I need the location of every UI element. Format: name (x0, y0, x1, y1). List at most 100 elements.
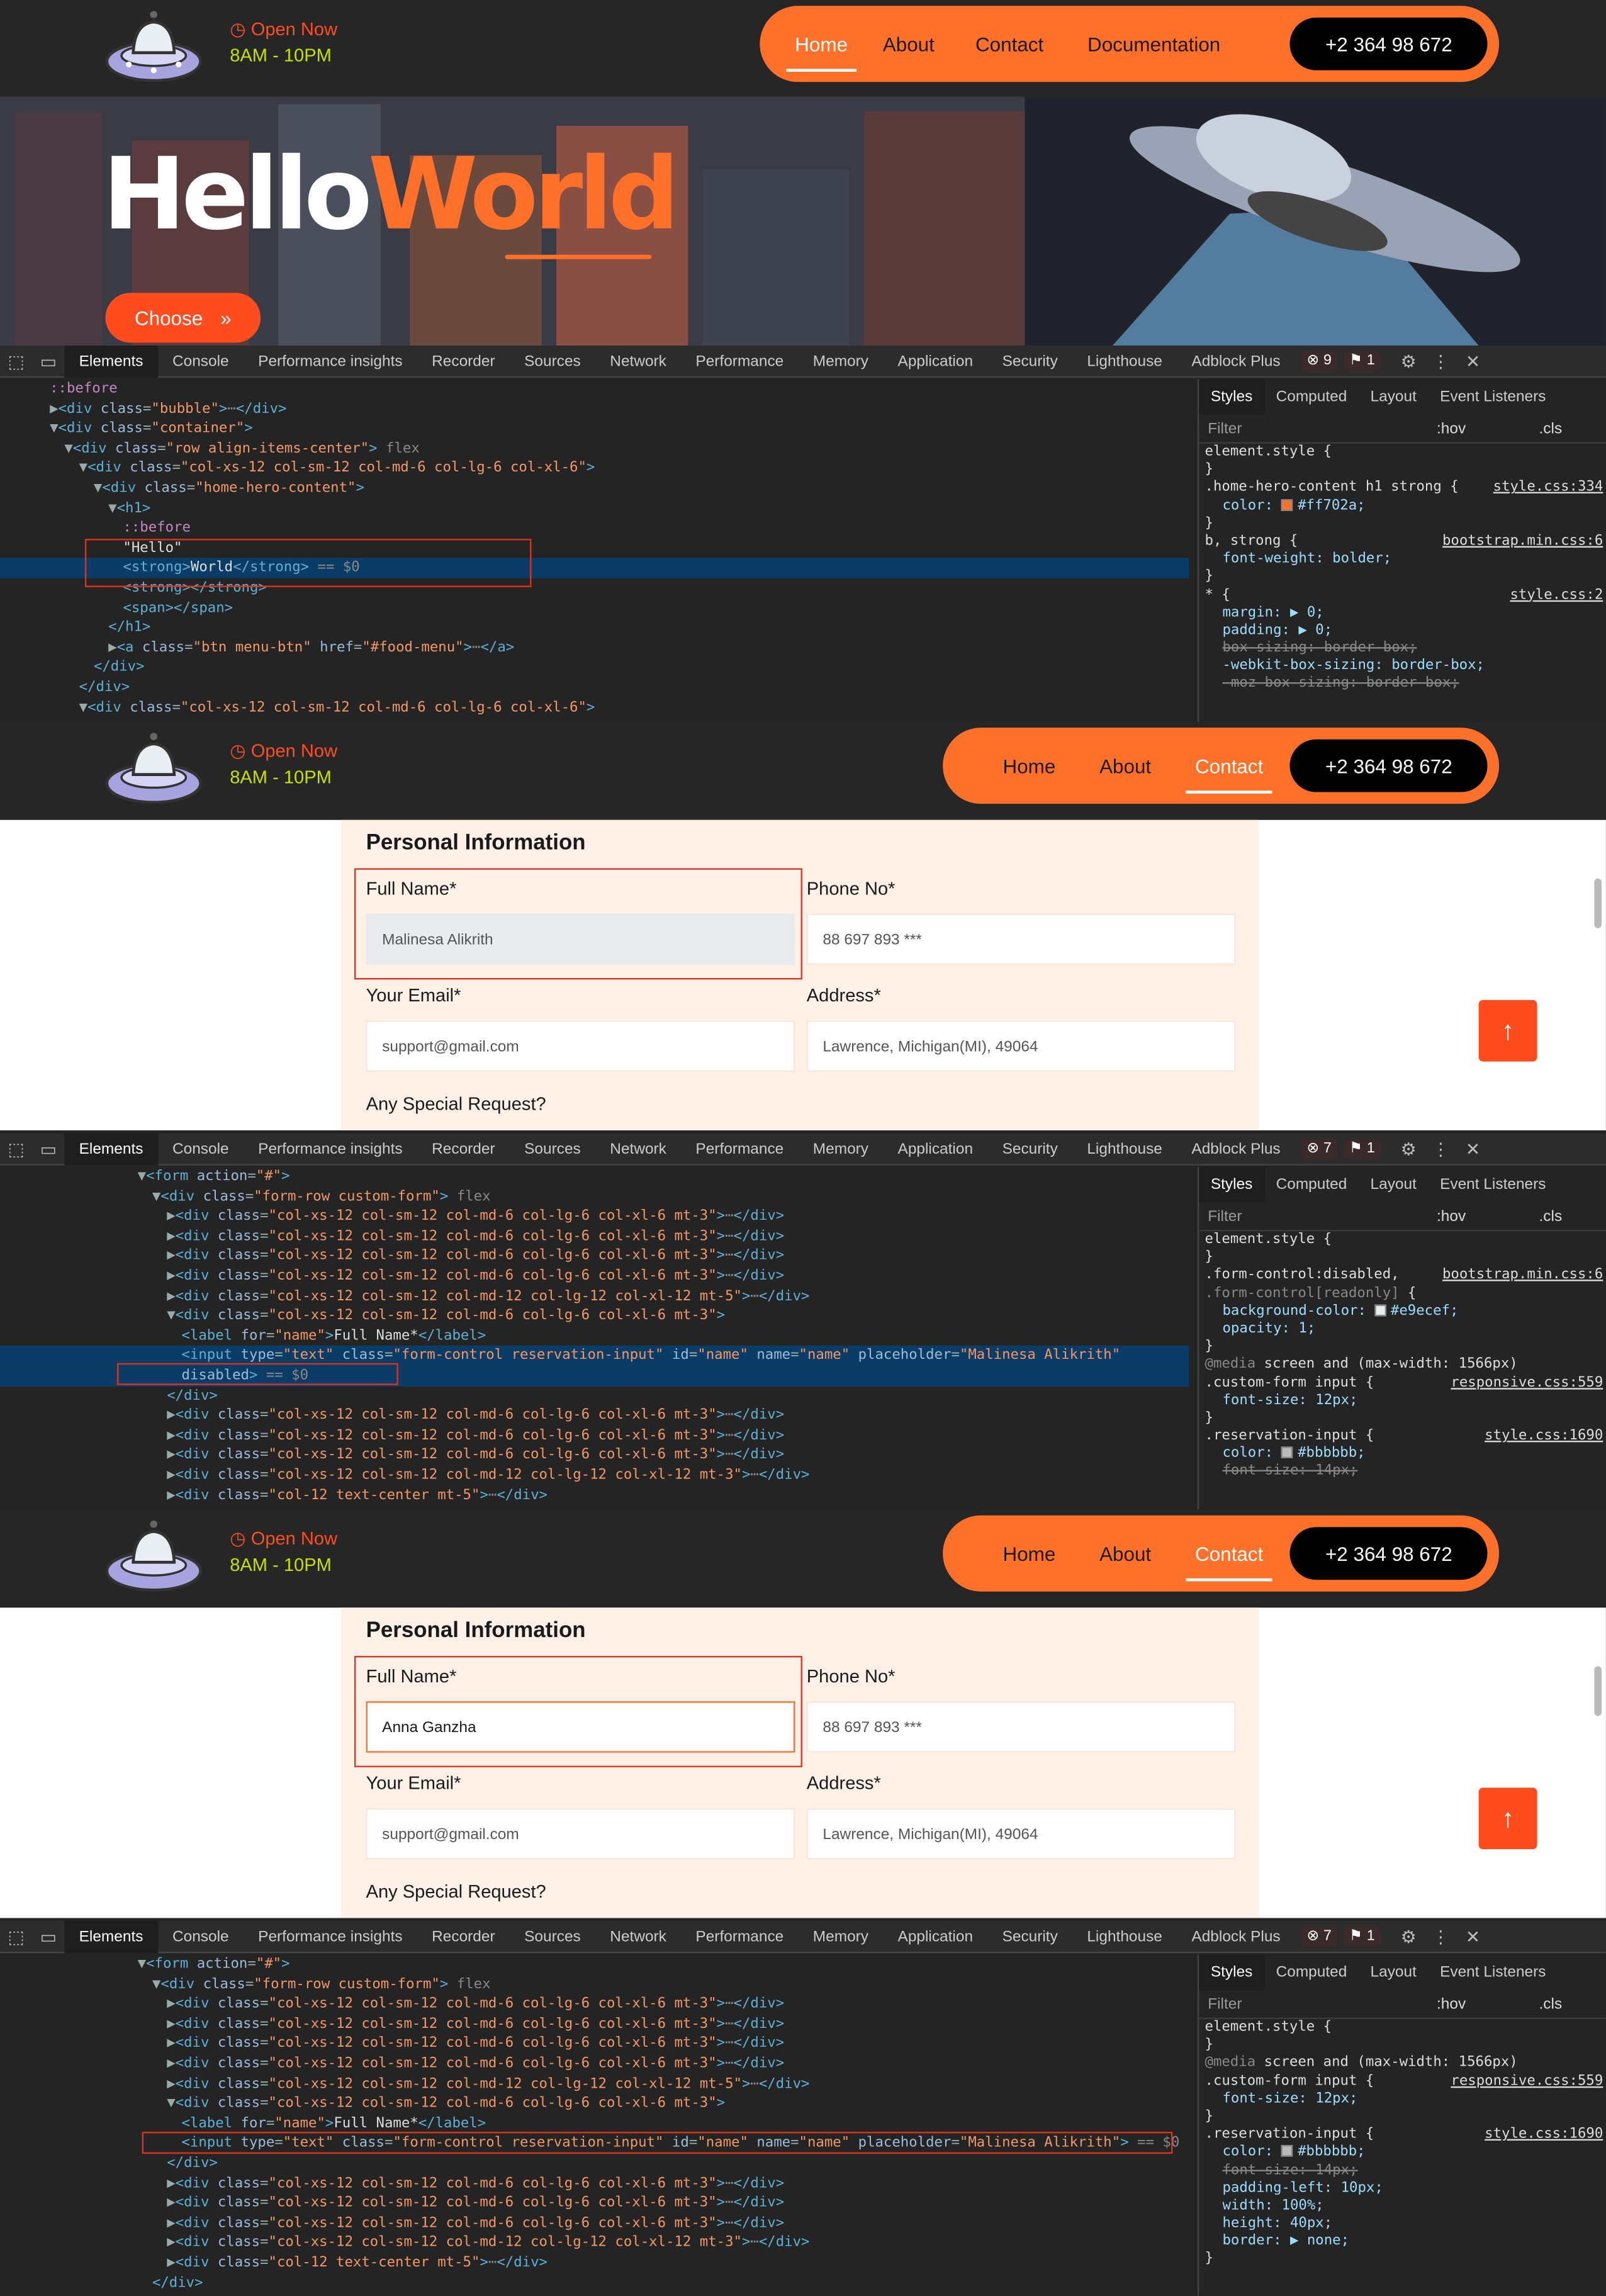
styles-filter[interactable]: Filter:hov .cls (1199, 1989, 1606, 2019)
nav-home[interactable]: Home (1003, 1536, 1056, 1570)
more-menu-icon[interactable]: ⋮ (1425, 1132, 1457, 1164)
css-property[interactable]: color: #ff702a; (1199, 497, 1606, 515)
email-input[interactable]: support@gmail.com (366, 1020, 795, 1072)
ufo-logo[interactable] (103, 728, 205, 809)
dom-node[interactable]: ::before (0, 380, 1189, 400)
css-selector[interactable]: @media screen and (max-width: 1566px) (1199, 2055, 1606, 2073)
hov-toggle[interactable]: :hov (1437, 419, 1466, 437)
tab-application[interactable]: Application (883, 1920, 987, 1952)
dom-node[interactable]: ▼<div class="col-xs-12 col-sm-12 col-md-… (0, 2094, 1189, 2114)
dom-node[interactable]: </div> (0, 2154, 1189, 2174)
css-property[interactable]: font-weight: bolder; (1199, 551, 1606, 568)
close-icon[interactable]: ✕ (1457, 345, 1489, 377)
dom-node[interactable]: ▶<div class="col-xs-12 col-sm-12 col-md-… (0, 1446, 1189, 1466)
inspect-icon[interactable]: ⬚ (0, 1920, 32, 1952)
dom-node[interactable]: ▶<div class="col-xs-12 col-sm-12 col-md-… (0, 1247, 1189, 1267)
nav-home[interactable]: Home (1003, 749, 1056, 783)
css-property[interactable]: color: #bbbbbb; (1199, 2144, 1606, 2161)
dom-node[interactable]: ▶<div class="col-xs-12 col-sm-12 col-md-… (0, 2074, 1189, 2094)
tab-sources[interactable]: Sources (510, 345, 595, 377)
css-property[interactable]: font-size: 12px; (1199, 1392, 1606, 1410)
dom-node[interactable]: <label for="name">Full Name*</label> (0, 2114, 1189, 2134)
css-selector[interactable]: .form-control[readonly] { (1199, 1285, 1606, 1302)
tab-sources[interactable]: Sources (510, 1132, 595, 1164)
tab-styles[interactable]: Styles (1199, 1167, 1264, 1202)
tab-recorder[interactable]: Recorder (417, 1132, 510, 1164)
tab-recorder[interactable]: Recorder (417, 1920, 510, 1952)
dom-node[interactable]: ▶<div class="col-xs-12 col-sm-12 col-md-… (0, 2054, 1189, 2074)
tab-memory[interactable]: Memory (799, 1132, 884, 1164)
scrollbar-thumb[interactable] (1594, 878, 1602, 928)
scroll-top-button[interactable]: ↑ (1478, 1787, 1537, 1850)
settings-gear-icon[interactable]: ⚙ (1393, 345, 1425, 377)
tab-layout[interactable]: Layout (1359, 380, 1429, 415)
ufo-logo[interactable] (103, 6, 205, 87)
css-selector[interactable]: } (1199, 461, 1606, 479)
dom-node[interactable]: </div> (0, 658, 1189, 678)
dom-node[interactable]: ▼<div class="row align-items-center"> fl… (0, 439, 1189, 459)
tab-computed[interactable]: Computed (1264, 1955, 1359, 1990)
cls-toggle[interactable]: .cls (1539, 419, 1563, 437)
address-input[interactable]: Lawrence, Michigan(MI), 49064 (806, 1020, 1236, 1072)
tab-elements[interactable]: Elements (64, 1132, 158, 1165)
inspect-icon[interactable]: ⬚ (0, 345, 32, 377)
css-selector[interactable]: } (1199, 1339, 1606, 1356)
css-selector[interactable]: element.style { (1199, 1231, 1606, 1249)
tab-sources[interactable]: Sources (510, 1920, 595, 1952)
tab-lighthouse[interactable]: Lighthouse (1072, 345, 1177, 377)
error-count-badge[interactable]: ⊗ 9 (1301, 351, 1338, 371)
tab-event-listeners[interactable]: Event Listeners (1428, 380, 1558, 415)
styles-filter[interactable]: Filter:hov .cls (1199, 414, 1606, 444)
phone-input[interactable]: 88 697 893 *** (806, 913, 1236, 965)
email-input[interactable]: support@gmail.com (366, 1808, 795, 1860)
css-property[interactable]: -moz-box-sizing: border-box; (1199, 675, 1606, 693)
tab-performance-insights[interactable]: Performance insights (244, 1920, 417, 1952)
dom-node[interactable]: ▼<div class="col-xs-12 col-sm-12 col-md-… (0, 1306, 1189, 1326)
dom-node[interactable]: <span></span> (0, 598, 1189, 618)
error-count-badge[interactable]: ⊗ 7 (1301, 1926, 1338, 1947)
nav-documentation[interactable]: Documentation (1087, 27, 1220, 61)
tab-performance[interactable]: Performance (681, 345, 798, 377)
css-selector[interactable]: } (1199, 1249, 1606, 1267)
css-selector[interactable]: } (1199, 2251, 1606, 2269)
phone-button[interactable]: +2 364 98 672 (1290, 739, 1488, 792)
dom-node[interactable]: ▶<div class="col-xs-12 col-sm-12 col-md-… (0, 2214, 1189, 2234)
cls-toggle[interactable]: .cls (1539, 1995, 1563, 2013)
nav-contact[interactable]: Contact (975, 27, 1043, 61)
css-selector[interactable]: .custom-form input {responsive.css:559 (1199, 2073, 1606, 2090)
css-selector[interactable]: } (1199, 2037, 1606, 2054)
nav-contact[interactable]: Contact (1186, 749, 1271, 793)
tab-security[interactable]: Security (987, 1920, 1072, 1952)
tab-layout[interactable]: Layout (1359, 1167, 1429, 1202)
css-selector[interactable]: } (1199, 2108, 1606, 2126)
tab-network[interactable]: Network (595, 345, 681, 377)
close-icon[interactable]: ✕ (1457, 1920, 1489, 1952)
css-selector[interactable]: b, strong {bootstrap.min.css:6 (1199, 533, 1606, 551)
css-selector[interactable]: * {style.css:2 (1199, 587, 1606, 604)
tab-console[interactable]: Console (158, 345, 244, 377)
more-menu-icon[interactable]: ⋮ (1425, 345, 1457, 377)
dom-node[interactable]: ▶<div class="col-xs-12 col-sm-12 col-md-… (0, 2233, 1189, 2253)
settings-gear-icon[interactable]: ⚙ (1393, 1132, 1425, 1164)
css-property[interactable]: box-sizing: border-box; (1199, 640, 1606, 658)
tab-computed[interactable]: Computed (1264, 1167, 1359, 1202)
dom-node[interactable]: ▶<div class="col-xs-12 col-sm-12 col-md-… (0, 1286, 1189, 1307)
hov-toggle[interactable]: :hov (1437, 1995, 1466, 2013)
settings-gear-icon[interactable]: ⚙ (1393, 1920, 1425, 1952)
css-selector[interactable]: .reservation-input {style.css:1690 (1199, 1427, 1606, 1445)
tab-elements[interactable]: Elements (64, 1920, 158, 1953)
css-property[interactable]: border: ▶ none; (1199, 2233, 1606, 2251)
css-selector[interactable]: } (1199, 568, 1606, 586)
dom-node[interactable]: ▶<div class="col-xs-12 col-sm-12 col-md-… (0, 1426, 1189, 1446)
dom-node[interactable]: ▼<div class="home-hero-content"> (0, 479, 1189, 499)
css-property[interactable]: background-color: #e9ecef; (1199, 1303, 1606, 1320)
dom-node[interactable]: ▶<div class="col-xs-12 col-sm-12 col-md-… (0, 2014, 1189, 2034)
css-selector[interactable]: .custom-form input {responsive.css:559 (1199, 1374, 1606, 1392)
tab-adblock[interactable]: Adblock Plus (1177, 345, 1295, 377)
nav-about[interactable]: About (1099, 1536, 1151, 1570)
css-property[interactable]: font-size: 14px; (1199, 2162, 1606, 2180)
dom-node[interactable]: </div> (0, 1386, 1189, 1406)
device-toggle-icon[interactable]: ▭ (32, 345, 64, 377)
dom-node[interactable]: ▶<a class="btn menu-btn" href="#food-men… (0, 638, 1189, 658)
css-selector[interactable]: } (1199, 515, 1606, 532)
